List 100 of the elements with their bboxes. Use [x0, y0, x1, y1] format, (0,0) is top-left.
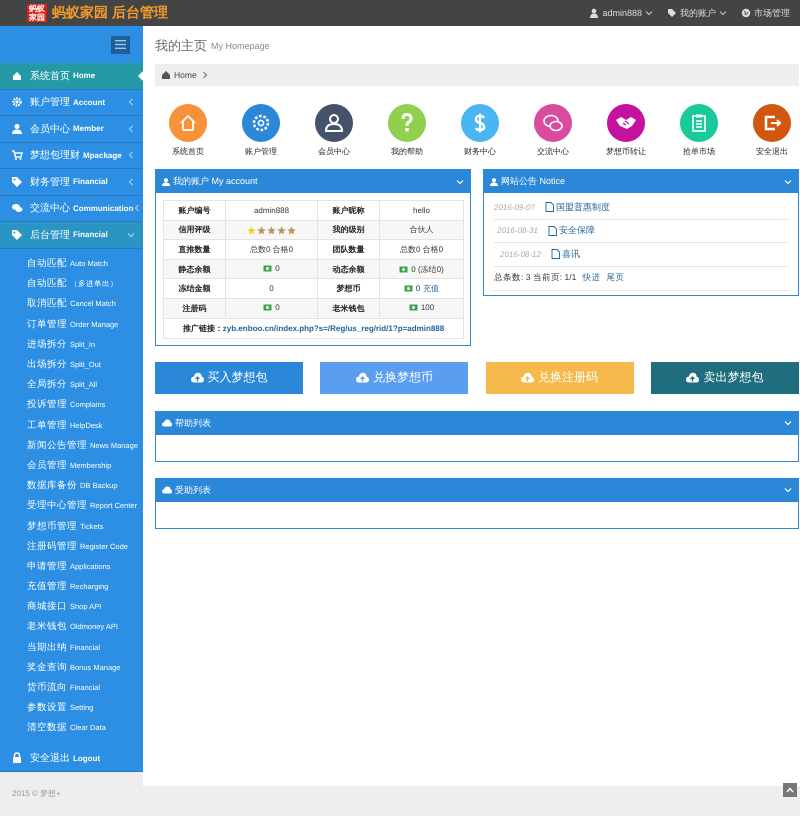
- shortcut-button[interactable]: 交流中心: [528, 104, 578, 169]
- chat-icon: [11, 202, 23, 214]
- promo-label: 推广链接：: [182, 322, 223, 334]
- recharge-link[interactable]: 充值: [423, 283, 440, 294]
- action-button[interactable]: 兑换注册码: [486, 362, 634, 394]
- menu-icon: [115, 40, 126, 49]
- table-cell: 总数0 合格0: [380, 240, 464, 260]
- settings-icon: [11, 96, 23, 108]
- action-button[interactable]: 卖出梦想包: [650, 362, 799, 394]
- header-menu[interactable]: 市场管理: [741, 6, 790, 20]
- header-menu[interactable]: 我的账户: [667, 6, 727, 20]
- user-icon: [322, 111, 346, 135]
- cloud-icon: [162, 419, 172, 428]
- notice-link[interactable]: 安全保障: [548, 224, 595, 238]
- user-icon: [11, 122, 23, 135]
- shortcut-button[interactable]: 抢单市场: [674, 104, 724, 169]
- cloud-upload-icon: [521, 372, 534, 384]
- table-cell: 账户昵称: [318, 200, 380, 220]
- money-icon: [408, 304, 418, 312]
- table-cell: 合伙人: [380, 220, 464, 240]
- table-cell: 团队数量: [318, 240, 380, 260]
- chevron-icon: [784, 486, 792, 494]
- action-button[interactable]: 兑换梦想币: [320, 362, 468, 394]
- money-icon: [263, 304, 272, 312]
- table-cell: admin888: [226, 200, 318, 220]
- tag-icon: [667, 8, 677, 18]
- cell-value: 0 (冻结0): [411, 264, 444, 275]
- table-cell: 我的级别: [318, 220, 380, 240]
- tag-icon: [11, 228, 23, 241]
- shortcut-button[interactable]: 账户管理: [236, 104, 286, 169]
- panel-title: 我的账户 My account: [173, 175, 258, 188]
- table-cell: 注册码: [164, 298, 226, 318]
- chevron-icon: [784, 178, 792, 186]
- globe-icon: [741, 8, 751, 18]
- page-title: 我的主页: [155, 37, 207, 55]
- money-icon: [404, 285, 413, 292]
- cart-icon: [11, 149, 23, 162]
- copyright: 2015 © 梦想+: [12, 788, 61, 798]
- back-to-top-button[interactable]: [783, 783, 797, 797]
- user-icon: [589, 8, 600, 18]
- cloud-upload-icon: [190, 372, 204, 384]
- cell-value: 0: [275, 264, 280, 274]
- table-cell: 总数0 合格0: [226, 240, 318, 260]
- cell-value: 0: [275, 303, 280, 312]
- chevron-icon: [456, 178, 464, 186]
- notice-link[interactable]: 喜讯: [550, 248, 580, 261]
- table-cell: hello: [380, 200, 464, 220]
- star-icon: [267, 226, 276, 235]
- cell-value: 0: [416, 284, 420, 294]
- table-cell: 静态余额: [164, 259, 226, 279]
- document-icon: [550, 249, 560, 260]
- shortcut-button[interactable]: 安全退出: [747, 104, 797, 169]
- table-cell: 0: [226, 278, 318, 298]
- pagination-link[interactable]: 尾页: [606, 272, 624, 284]
- header-menu[interactable]: admin888: [589, 6, 653, 20]
- cloud-icon: [162, 486, 172, 494]
- document-icon: [544, 202, 554, 212]
- home-icon: [162, 71, 170, 79]
- panel-title: 帮助列表: [175, 416, 211, 430]
- table-cell: 账户编号: [164, 200, 226, 220]
- table-cell: 信用评级: [164, 220, 226, 240]
- star-icon: [287, 226, 296, 235]
- shortcut-button[interactable]: 我的帮助: [382, 104, 432, 169]
- table-cell: 梦想币: [318, 278, 380, 298]
- logo: 蚂蚁家园: [27, 4, 47, 22]
- panel-title: 受助列表: [175, 484, 211, 497]
- page-subtitle: My Homepage: [211, 41, 270, 51]
- cloud-upload-icon: [686, 372, 700, 384]
- shortcut-button[interactable]: 会员中心: [309, 104, 359, 169]
- sidebar-item[interactable]: 系统首页 Home: [0, 63, 143, 90]
- promo-link[interactable]: zyb.enboo.cn/index.php?s=/Reg/us_reg/rid/1?p=admin888: [222, 324, 444, 333]
- notice-date: 2016-08-12: [500, 250, 541, 259]
- chevron-icon: [784, 419, 792, 428]
- action-button[interactable]: 买入梦想包: [155, 362, 303, 394]
- notice-link[interactable]: 国盟普惠制度: [544, 200, 610, 214]
- table-cell: 冻结金额: [164, 278, 226, 298]
- cloud-upload-icon: [356, 372, 369, 384]
- notice-date: 2016-08-31: [497, 226, 538, 236]
- money-icon: [263, 265, 272, 272]
- menu-toggle[interactable]: [111, 36, 130, 54]
- table-cell: 动态余额: [318, 259, 380, 279]
- sidebar-item[interactable]: 后台管理 Financial: [0, 222, 143, 248]
- shortcut-button[interactable]: 系统首页: [163, 104, 213, 169]
- star-icon: [277, 226, 286, 235]
- panel-title: 网站公告 Notice: [501, 175, 566, 188]
- chevron-up-icon: [786, 787, 794, 793]
- home-icon: [11, 70, 23, 82]
- breadcrumb-link[interactable]: Home: [174, 70, 197, 80]
- shortcut-button[interactable]: 财务中心: [455, 104, 505, 169]
- money-icon: [399, 266, 408, 273]
- star-icon: [247, 226, 256, 235]
- star-icon: [257, 226, 266, 235]
- pagination-summary: 总条数: 3 当前页: 1/1: [494, 272, 576, 284]
- pagination-link[interactable]: 快进: [582, 272, 600, 284]
- document-icon: [548, 226, 557, 236]
- tag-icon: [11, 176, 23, 188]
- user-icon: [490, 178, 498, 186]
- notice-date: 2016-09-07: [494, 202, 535, 212]
- table-cell: 老米钱包: [318, 298, 380, 318]
- shortcut-button[interactable]: 梦想币转让: [601, 104, 651, 169]
